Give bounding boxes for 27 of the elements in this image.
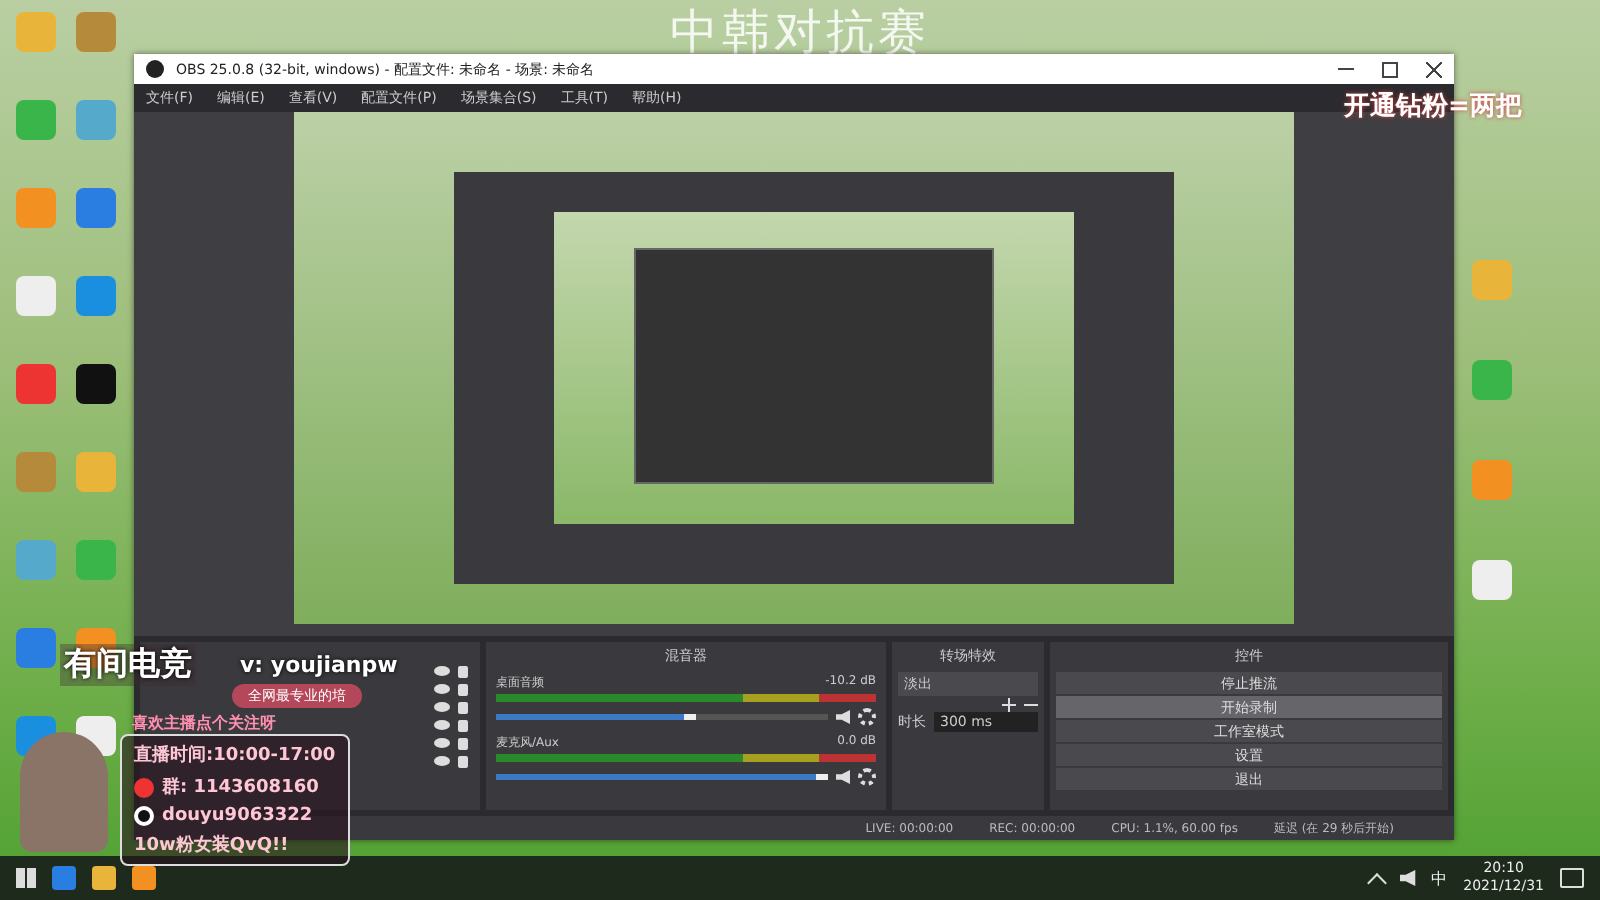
speaker-icon[interactable]	[1399, 870, 1416, 886]
follow-text: 喜欢主播点个关注呀	[132, 712, 276, 734]
settings-icon[interactable]	[858, 708, 876, 726]
app-icon[interactable]	[132, 866, 156, 890]
notification-icon[interactable]	[1560, 868, 1584, 888]
windows-start-icon[interactable]	[16, 868, 36, 888]
app-icon[interactable]	[92, 866, 116, 890]
volume-slider[interactable]	[496, 714, 828, 720]
settings-icon[interactable]	[858, 768, 876, 786]
account-text: douyu9063322	[162, 806, 313, 826]
hours-text: 直播时间:10:00-17:00	[134, 742, 336, 768]
add-icon[interactable]	[1002, 698, 1016, 712]
overlay-title: 中韩对抗赛	[670, 2, 930, 64]
maximize-icon[interactable]	[1382, 61, 1398, 77]
speaker-icon[interactable]	[836, 710, 850, 724]
avatar-silhouette	[20, 732, 108, 852]
brand-text: 有间电竞	[60, 644, 196, 686]
group-text: 群: 1143608160	[162, 775, 319, 800]
obs-logo-icon	[146, 60, 164, 78]
remove-icon[interactable]	[1024, 698, 1038, 712]
contact-text: v: youjianpw	[240, 652, 398, 678]
volume-slider[interactable]	[496, 774, 828, 780]
desktop-app-icon[interactable]	[76, 364, 116, 404]
close-icon[interactable]	[1426, 61, 1442, 77]
goal-text: 10w粉女装QvQ!!	[134, 832, 291, 858]
speaker-icon[interactable]	[836, 770, 850, 784]
input-method[interactable]: 中	[1431, 867, 1448, 889]
